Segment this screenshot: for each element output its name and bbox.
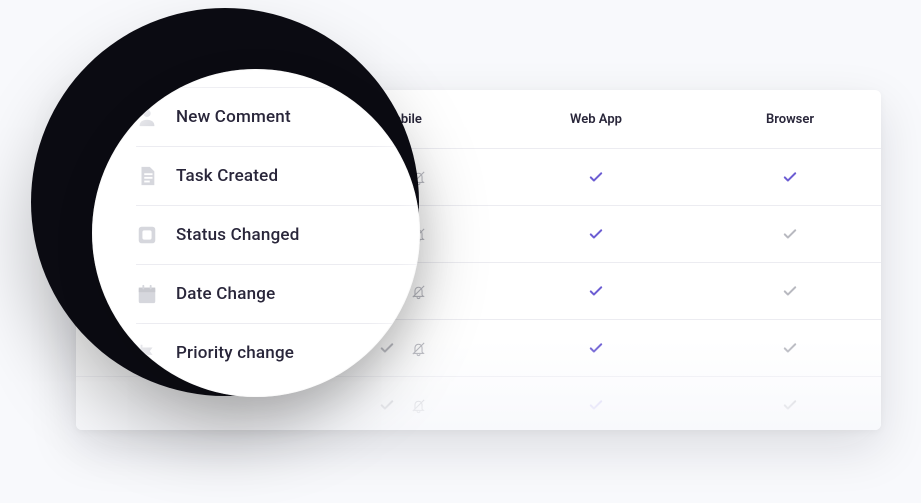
check-icon[interactable] — [587, 282, 605, 300]
check-icon[interactable] — [781, 168, 799, 186]
notification-settings-preview: { "headers": { "mobile": "Mobile", "weba… — [0, 0, 921, 503]
option-label: Date Change — [176, 284, 275, 304]
option-status-changed[interactable]: Status Changed — [136, 205, 420, 264]
square-icon — [136, 224, 158, 246]
cell-browser — [747, 225, 833, 243]
cell-webapp — [553, 225, 639, 243]
option-date-change[interactable]: Date Change — [136, 264, 420, 323]
person-icon — [136, 106, 158, 128]
cell-browser — [747, 396, 833, 414]
option-label: Task Created — [176, 166, 278, 186]
cell-browser — [747, 168, 833, 186]
option-task-created[interactable]: Task Created — [136, 146, 420, 205]
check-icon[interactable] — [781, 225, 799, 243]
option-label: Status Changed — [176, 225, 300, 245]
calendar-icon — [136, 283, 158, 305]
cell-webapp — [553, 168, 639, 186]
check-icon[interactable] — [378, 396, 396, 414]
check-icon[interactable] — [587, 396, 605, 414]
option-new-comment[interactable]: New Comment — [136, 87, 420, 146]
flag-icon — [136, 342, 158, 364]
cell-webapp — [553, 282, 639, 300]
option-list: New Comment Task Created Status Changed Dat… — [136, 87, 420, 382]
check-icon[interactable] — [587, 168, 605, 186]
cell-webapp — [553, 339, 639, 357]
option-label: New Comment — [176, 107, 291, 127]
option-priority-change[interactable]: Priority change — [136, 323, 420, 382]
check-icon[interactable] — [781, 339, 799, 357]
check-icon[interactable] — [587, 225, 605, 243]
cell-browser — [747, 339, 833, 357]
col-webapp: Web App — [553, 112, 639, 127]
cell-mobile — [359, 396, 445, 414]
check-icon[interactable] — [587, 339, 605, 357]
mute-icon[interactable] — [410, 397, 427, 414]
magnifier-lens: New Comment Task Created Status Changed Dat… — [92, 69, 420, 397]
file-icon — [136, 165, 158, 187]
cell-browser — [747, 282, 833, 300]
check-icon[interactable] — [781, 396, 799, 414]
col-browser: Browser — [747, 112, 833, 127]
cell-webapp — [553, 396, 639, 414]
check-icon[interactable] — [781, 282, 799, 300]
option-label: Priority change — [176, 343, 294, 363]
